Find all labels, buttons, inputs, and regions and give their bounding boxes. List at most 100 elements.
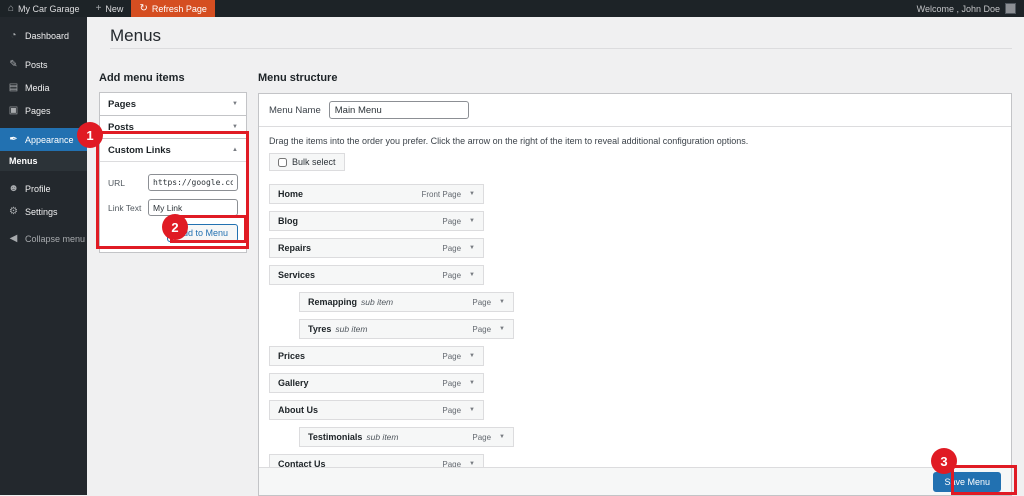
accordion-custom-links: Custom Links ▲ URL Link Text Add to Menu	[99, 138, 247, 253]
refresh-page-button[interactable]: ↻ Refresh Page	[131, 0, 215, 17]
menu-item-testimonials[interactable]: Testimonials sub item Page ▼	[299, 427, 514, 447]
menu-item-home[interactable]: Home Front Page ▼	[269, 184, 484, 204]
chevron-down-icon[interactable]: ▼	[469, 407, 475, 413]
menu-item-tyres[interactable]: Tyres sub item Page ▼	[299, 319, 514, 339]
sidebar-item-label: Appearance	[25, 134, 74, 145]
menu-item-type: Page	[442, 243, 462, 253]
sidebar-item-settings[interactable]: ⚙ Settings	[0, 200, 87, 223]
menu-item-repairs[interactable]: Repairs Page ▼	[269, 238, 484, 258]
menu-structure-box: Menu Name Drag the items into the order …	[258, 93, 1012, 496]
save-menu-button[interactable]: Save Menu	[933, 471, 1001, 492]
site-menu[interactable]: ⌂ My Car Garage	[0, 0, 88, 17]
menu-items-list: Home Front Page ▼ Blog Page ▼ Repairs Pa…	[259, 184, 1011, 474]
menu-item-blog[interactable]: Blog Page ▼	[269, 211, 484, 231]
bulk-select-label: Bulk select	[292, 157, 336, 167]
link-text-input[interactable]	[148, 199, 238, 216]
menu-item-label: Remapping	[308, 297, 358, 307]
chevron-down-icon[interactable]: ▼	[469, 272, 475, 278]
sidebar: ◔ Dashboard ✎ Posts ▤ Media ▣ Pages ✒ Ap…	[0, 17, 87, 495]
menu-item-type: Page	[472, 432, 492, 442]
chevron-down-icon: ▼	[232, 101, 238, 107]
menu-structure-panel: Menu structure Menu Name Drag the items …	[258, 72, 1012, 496]
accordion-title: Posts	[108, 121, 134, 133]
welcome-text[interactable]: Welcome , John Doe	[917, 4, 1000, 14]
sub-item-tag: sub item	[335, 324, 368, 334]
menu-item-type: Page	[442, 405, 462, 415]
page-title: Menus	[110, 26, 162, 45]
accordion-pages-header[interactable]: Pages ▼	[100, 93, 246, 115]
chevron-down-icon[interactable]: ▼	[469, 245, 475, 251]
sidebar-item-label: Collapse menu	[25, 233, 86, 244]
new-menu[interactable]: + New	[88, 0, 132, 17]
menu-item-remapping[interactable]: Remapping sub item Page ▼	[299, 292, 514, 312]
dashboard-icon: ◔	[10, 30, 17, 41]
chevron-down-icon[interactable]: ▼	[469, 353, 475, 359]
menu-item-type: Page	[442, 378, 462, 388]
add-to-menu-button[interactable]: Add to Menu	[166, 224, 238, 242]
home-icon: ⌂	[8, 3, 15, 14]
menu-item-label: Tyres	[308, 324, 332, 334]
accordion-posts: Posts ▼	[99, 115, 247, 139]
custom-links-body: URL Link Text Add to Menu	[100, 161, 246, 252]
site-name: My Car Garage	[18, 3, 80, 14]
menu-structure-heading: Menu structure	[258, 72, 338, 84]
sidebar-item-appearance[interactable]: ✒ Appearance	[0, 128, 87, 151]
menu-item-label: About Us	[278, 405, 318, 415]
bulk-select-checkbox[interactable]	[278, 157, 287, 167]
menu-item-label: Prices	[278, 351, 306, 361]
sidebar-item-profile[interactable]: ☻ Profile	[0, 177, 87, 200]
sidebar-item-collapse-menu[interactable]: ◀ Collapse menu	[0, 227, 87, 250]
chevron-up-icon: ▲	[232, 147, 238, 153]
chevron-down-icon[interactable]: ▼	[469, 380, 475, 386]
collapse-icon: ◀	[9, 233, 18, 244]
sub-item-tag: sub item	[366, 432, 399, 442]
sidebar-subitem-menus[interactable]: Menus	[0, 151, 87, 171]
accordion-title: Pages	[108, 98, 136, 110]
title-divider	[110, 48, 1012, 49]
accordion-title: Custom Links	[108, 144, 171, 156]
menu-item-label: Blog	[278, 216, 298, 226]
menu-item-gallery[interactable]: Gallery Page ▼	[269, 373, 484, 393]
accordion-custom-links-header[interactable]: Custom Links ▲	[100, 139, 246, 161]
menu-item-type: Page	[472, 297, 492, 307]
chevron-down-icon[interactable]: ▼	[469, 218, 475, 224]
plus-icon: +	[95, 3, 102, 14]
menu-item-label: Repairs	[278, 243, 312, 253]
url-input[interactable]	[148, 174, 238, 191]
bulk-select-control[interactable]: Bulk select	[269, 153, 345, 171]
media-icon: ▤	[8, 82, 19, 93]
add-menu-items-heading: Add menu items	[99, 72, 185, 84]
link-text-label: Link Text	[108, 202, 142, 213]
refresh-icon: ↻	[139, 3, 148, 14]
menu-item-prices[interactable]: Prices Page ▼	[269, 346, 484, 366]
chevron-down-icon[interactable]: ▼	[499, 434, 505, 440]
sidebar-item-label: Settings	[25, 206, 58, 217]
sidebar-item-dashboard[interactable]: ◔ Dashboard	[0, 24, 87, 47]
user-icon: ☻	[8, 183, 19, 194]
menu-item-about-us[interactable]: About Us Page ▼	[269, 400, 484, 420]
menu-item-type: Front Page	[421, 189, 462, 199]
accordion-posts-header[interactable]: Posts ▼	[100, 116, 246, 138]
chevron-down-icon[interactable]: ▼	[499, 326, 505, 332]
avatar[interactable]	[1005, 3, 1016, 14]
menu-name-input[interactable]	[328, 101, 469, 119]
menu-item-type: Page	[442, 270, 462, 280]
chevron-down-icon[interactable]: ▼	[469, 191, 475, 197]
chevron-down-icon[interactable]: ▼	[499, 299, 505, 305]
sidebar-item-label: Dashboard	[25, 30, 70, 41]
drag-instructions: Drag the items into the order you prefer…	[269, 136, 749, 146]
pin-icon: ✎	[9, 59, 18, 70]
sidebar-item-media[interactable]: ▤ Media	[0, 76, 87, 99]
chevron-down-icon: ▼	[232, 124, 238, 130]
menu-item-label: Home	[278, 189, 304, 199]
menu-item-services[interactable]: Services Page ▼	[269, 265, 484, 285]
menu-item-label: Services	[278, 270, 316, 280]
content-area: Menus Add menu items Pages ▼ Posts ▼ Cus…	[87, 17, 1024, 496]
new-label: New	[105, 3, 124, 14]
sidebar-item-posts[interactable]: ✎ Posts	[0, 53, 87, 76]
admin-bar: ⌂ My Car Garage + New ↻ Refresh Page Wel…	[0, 0, 1024, 17]
menu-item-label: Testimonials	[308, 432, 363, 442]
sidebar-item-label: Media	[25, 82, 50, 93]
accordion-pages: Pages ▼	[99, 92, 247, 116]
sidebar-item-pages[interactable]: ▣ Pages	[0, 99, 87, 122]
